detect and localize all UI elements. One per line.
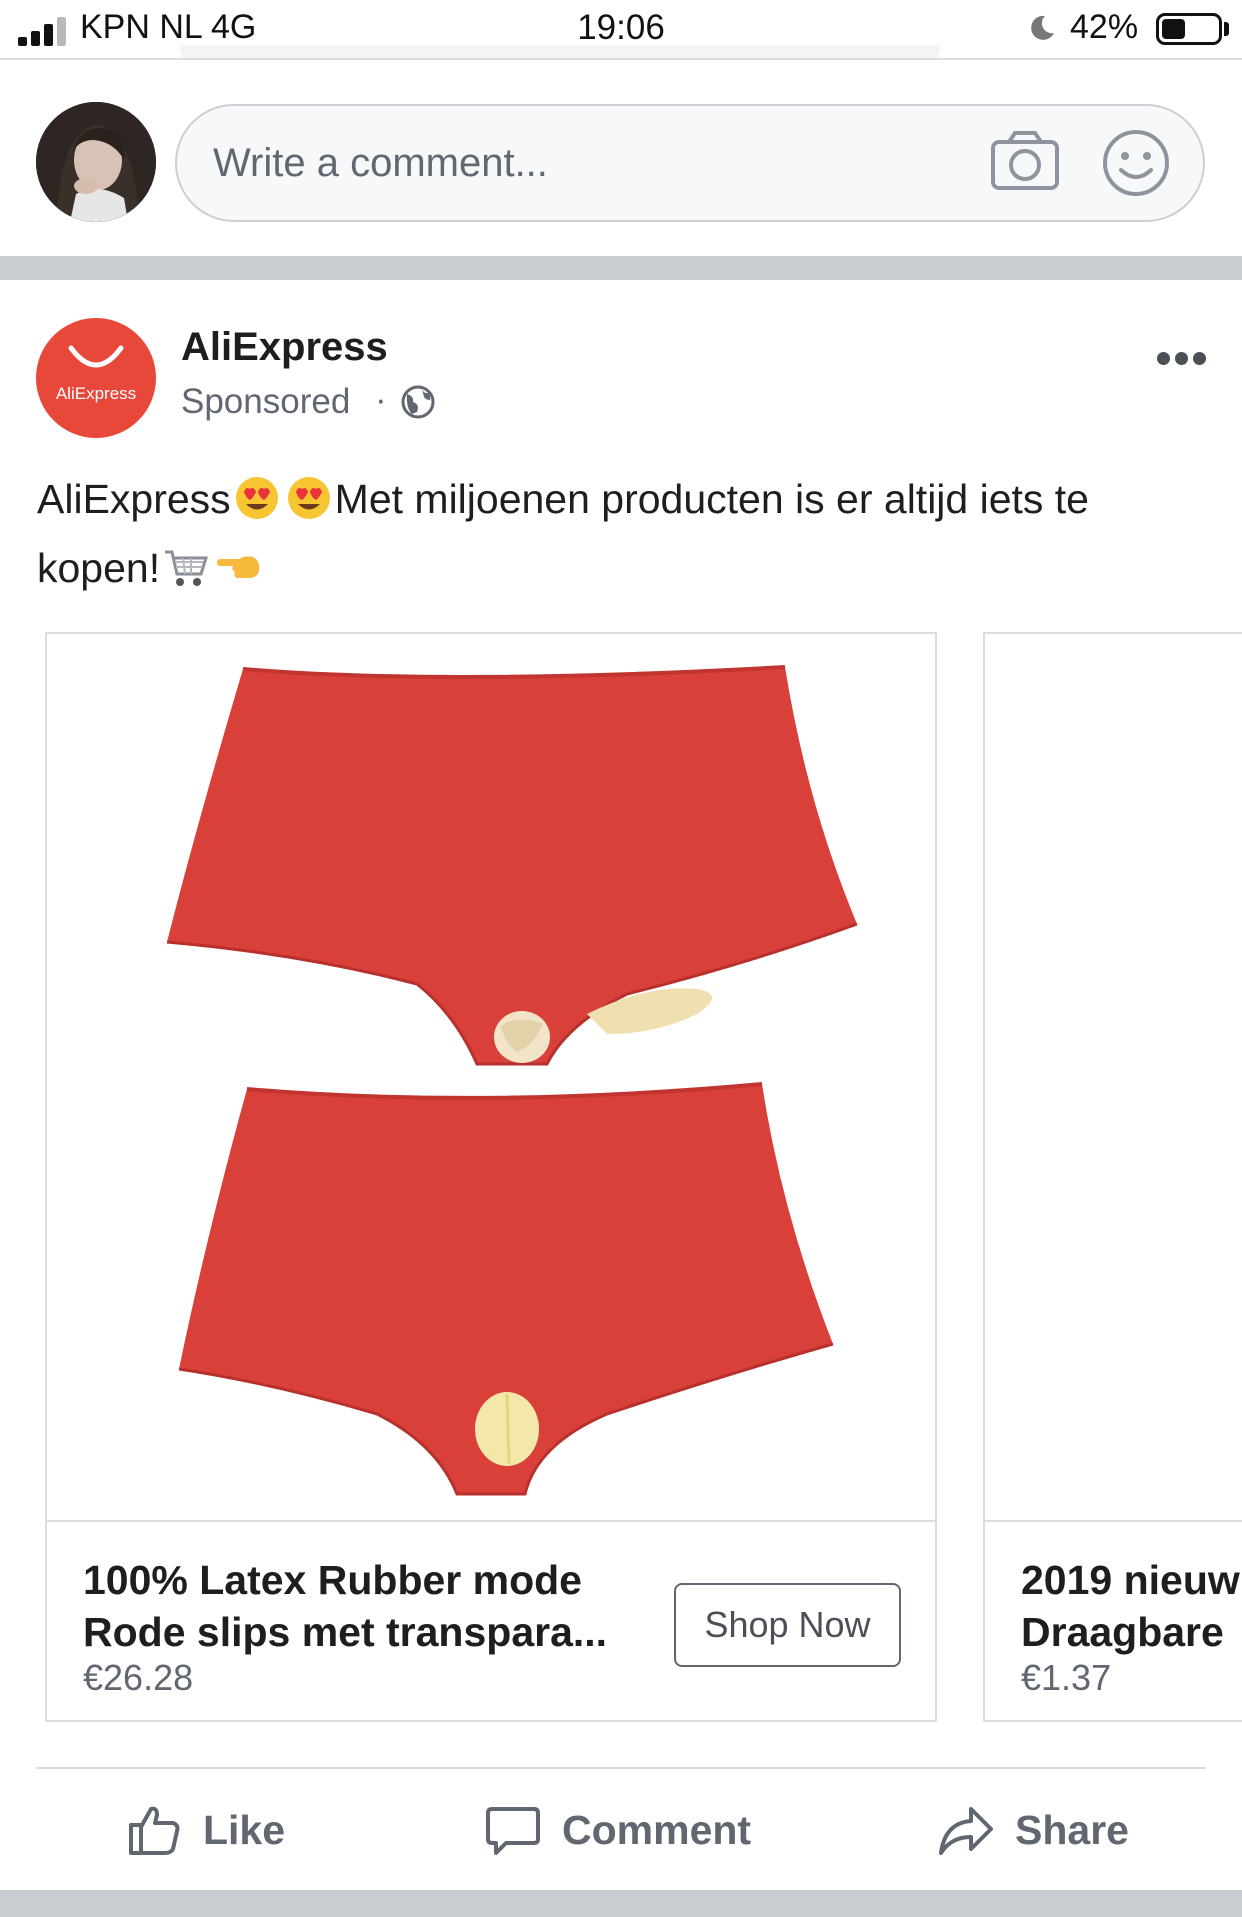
card-image-placeholder[interactable]: [985, 634, 1242, 1522]
avatar-brand-text: AliExpress: [55, 384, 137, 403]
actions-divider: [36, 1767, 1206, 1769]
post-text-start: AliExpress: [37, 476, 231, 522]
user-photo-icon: [36, 102, 156, 222]
comment-input[interactable]: Write a comment...: [175, 104, 1205, 222]
product-carousel[interactable]: 100% Latex Rubber mode Rode slips met tr…: [0, 632, 1242, 1722]
heart-eyes-emoji: [287, 477, 330, 519]
aliexpress-logo-icon: [68, 345, 124, 368]
carousel-card[interactable]: 100% Latex Rubber mode Rode slips met tr…: [45, 632, 937, 1722]
globe-icon: [401, 385, 435, 419]
card-title-line-1: 100% Latex Rubber mode: [83, 1557, 582, 1603]
share-label: Share: [1015, 1806, 1129, 1853]
post-text: AliExpress Met miljoenen producten is er…: [37, 465, 1207, 603]
like-label: Like: [203, 1806, 286, 1853]
card-title-line-2: Rode slips met transpara...: [83, 1609, 608, 1655]
product-image: [47, 634, 935, 1520]
comment-composer: Write a comment...: [0, 58, 1242, 256]
avatar[interactable]: [36, 102, 156, 222]
share-button[interactable]: Share: [937, 1770, 1129, 1890]
post-actions: Like Comment Share: [0, 1770, 1242, 1890]
comment-placeholder: Write a comment...: [213, 141, 548, 185]
pointing-left-emoji: [217, 556, 260, 578]
camera-icon[interactable]: [989, 128, 1061, 194]
thumbs-up-icon: [129, 1806, 180, 1855]
sponsored-label[interactable]: Sponsored: [181, 382, 350, 422]
shopping-cart-emoji: [165, 550, 209, 586]
heart-eyes-emoji: [235, 477, 278, 519]
card-title-line-1: 2019 nieuw: [1021, 1557, 1240, 1603]
comment-button[interactable]: Comment: [484, 1770, 751, 1890]
battery-icon: [1156, 13, 1222, 45]
shop-now-button[interactable]: Shop Now: [674, 1583, 901, 1667]
like-button[interactable]: Like: [125, 1770, 285, 1890]
moon-icon: [1031, 15, 1054, 40]
card-price: €1.37: [1021, 1657, 1112, 1698]
page-avatar[interactable]: AliExpress: [36, 318, 156, 438]
battery-percent: 42%: [1070, 8, 1139, 46]
card-title[interactable]: 2019 nieuw Draagbare: [1021, 1554, 1242, 1658]
meta-separator: ·: [375, 380, 387, 419]
feed-separator: [0, 256, 1242, 280]
more-options-icon[interactable]: [1157, 348, 1207, 368]
page-name-link[interactable]: AliExpress: [181, 325, 388, 370]
share-arrow-icon: [939, 1807, 993, 1855]
comment-label: Comment: [562, 1806, 752, 1853]
card-price: €26.28: [83, 1657, 194, 1698]
feed-separator-bottom: [0, 1890, 1242, 1917]
carousel-card[interactable]: 2019 nieuw Draagbare €1.37: [983, 632, 1242, 1722]
emoji-icon[interactable]: [1101, 128, 1171, 198]
card-title-line-2: Draagbare: [1021, 1609, 1224, 1655]
red-latex-briefs-image[interactable]: [47, 634, 935, 1522]
comment-bubble-icon: [486, 1807, 540, 1855]
battery-tip: [1224, 22, 1229, 36]
card-title[interactable]: 100% Latex Rubber mode Rode slips met tr…: [83, 1554, 623, 1658]
